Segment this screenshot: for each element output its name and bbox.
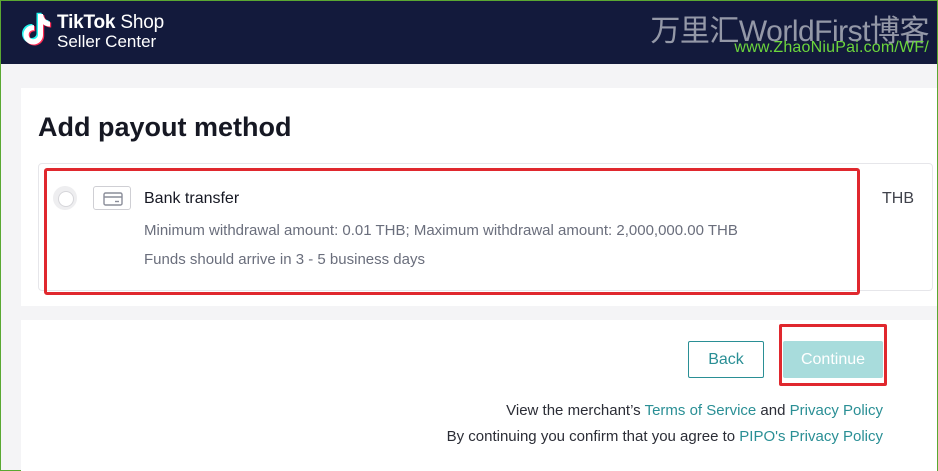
tiktok-logo-icon bbox=[22, 12, 52, 46]
consent-notice: By continuing you confirm that you agree… bbox=[446, 428, 883, 445]
page-title: Add payout method bbox=[38, 112, 292, 142]
brand-title: TikTok Shop bbox=[57, 12, 164, 33]
privacy-policy-link[interactable]: Privacy Policy bbox=[790, 402, 883, 419]
pipo-privacy-policy-link[interactable]: PIPO's Privacy Policy bbox=[739, 428, 883, 445]
brand-subtitle: Seller Center bbox=[57, 32, 157, 51]
terms-notice: View the merchant’s Terms of Service and… bbox=[506, 402, 883, 419]
highlight-box-continue bbox=[779, 324, 887, 386]
terms-of-service-link[interactable]: Terms of Service bbox=[645, 402, 757, 419]
highlight-box-method bbox=[44, 168, 860, 295]
back-button[interactable]: Back bbox=[688, 341, 764, 378]
currency-label: THB bbox=[882, 190, 914, 207]
watermark-url: www.ZhaoNiuPai.com/WF/ bbox=[734, 39, 929, 56]
top-header: TikTok Shop Seller Center 万里汇WorldFirst博… bbox=[1, 1, 937, 64]
